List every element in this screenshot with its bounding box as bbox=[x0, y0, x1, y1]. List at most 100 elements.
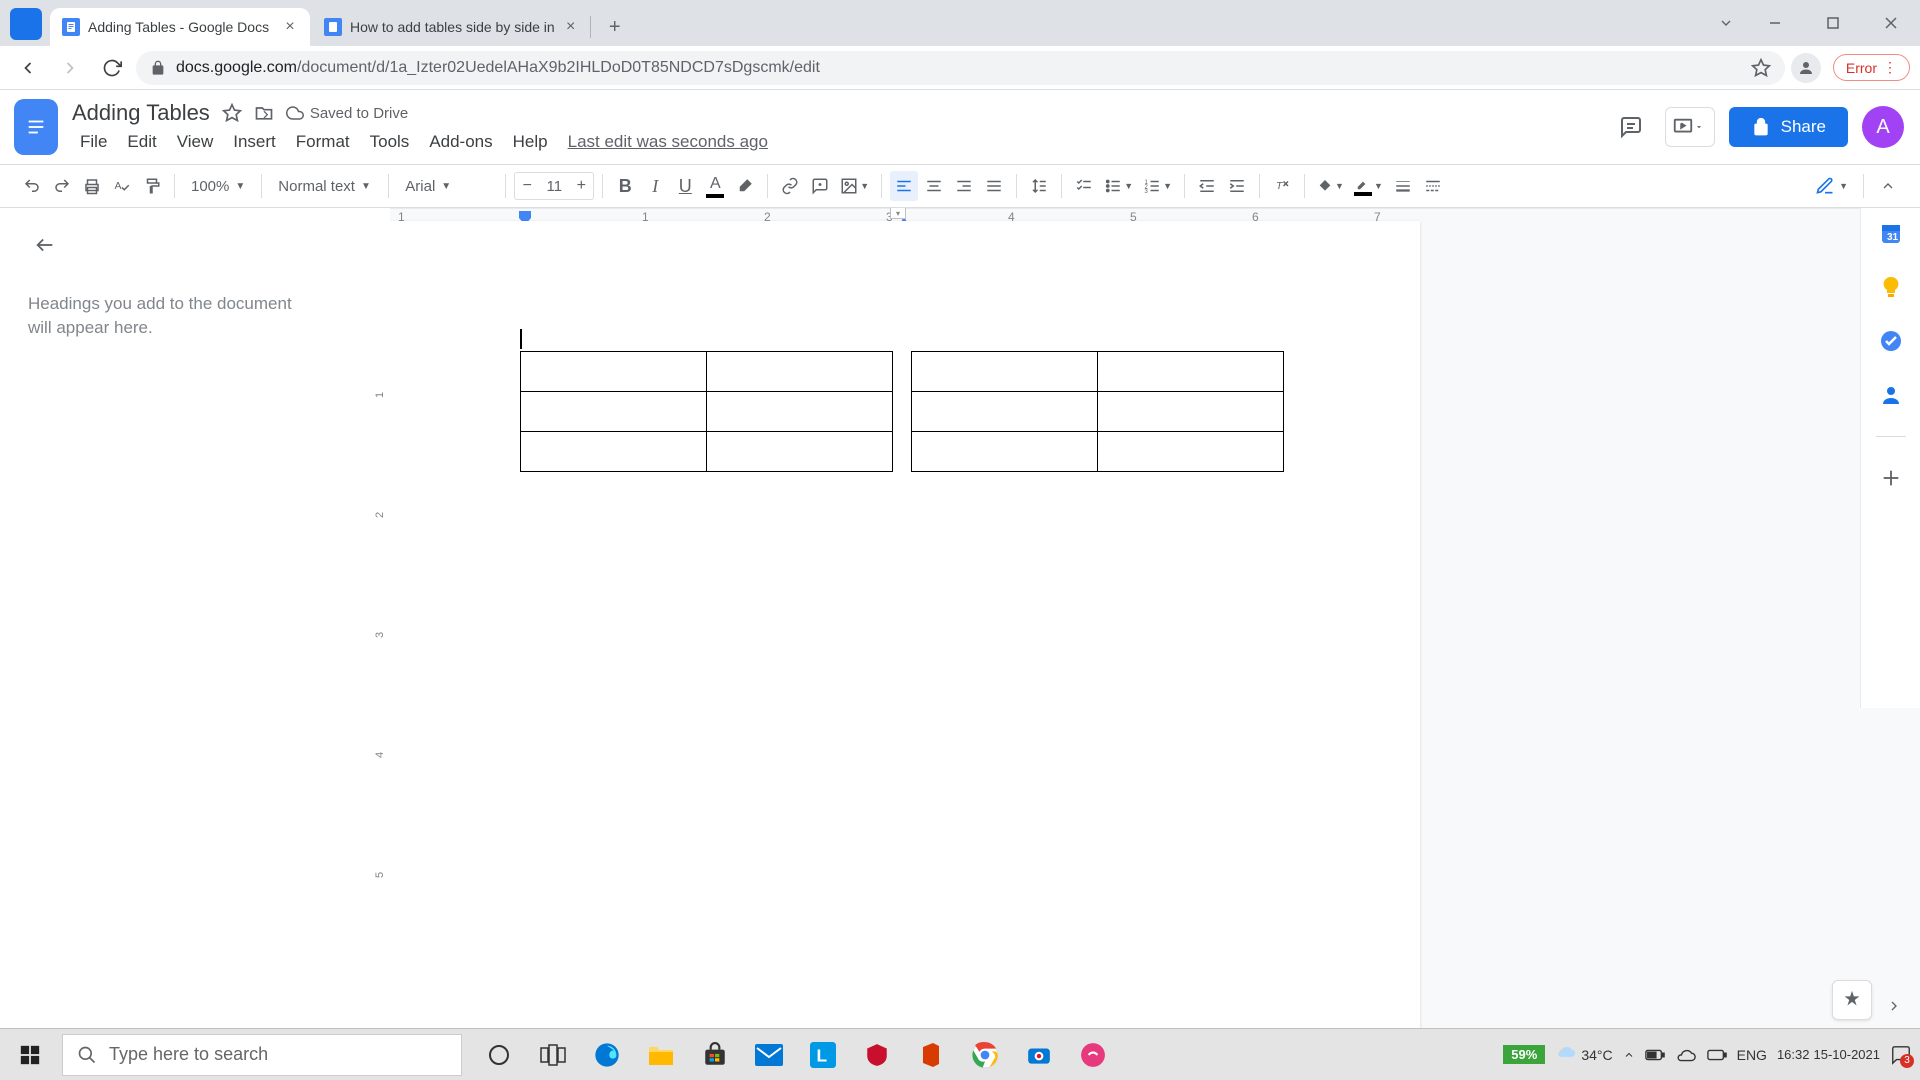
camera-icon[interactable] bbox=[1014, 1033, 1064, 1077]
app-icon-l[interactable]: L bbox=[798, 1033, 848, 1077]
highlight-button[interactable] bbox=[731, 171, 759, 201]
window-maximize-button[interactable] bbox=[1804, 3, 1862, 43]
browser-tab-active[interactable]: Adding Tables - Google Docs × bbox=[50, 8, 310, 46]
align-center-button[interactable] bbox=[920, 171, 948, 201]
notifications-button[interactable] bbox=[1890, 1044, 1912, 1066]
menu-help[interactable]: Help bbox=[505, 130, 556, 154]
menu-view[interactable]: View bbox=[169, 130, 222, 154]
browser-tab-inactive[interactable]: How to add tables side by side in × bbox=[312, 8, 591, 46]
task-view-icon[interactable] bbox=[528, 1033, 578, 1077]
document-page[interactable]: ▾ bbox=[390, 221, 1420, 1028]
bookmark-star-icon[interactable] bbox=[1751, 58, 1771, 78]
sync-error-chip[interactable]: Error ⋮ bbox=[1833, 54, 1910, 81]
share-button[interactable]: Share bbox=[1729, 107, 1848, 147]
nav-back-button[interactable] bbox=[10, 50, 46, 86]
border-width-button[interactable] bbox=[1389, 171, 1417, 201]
add-comment-button[interactable] bbox=[806, 171, 834, 201]
keep-addon-icon[interactable] bbox=[1878, 274, 1904, 300]
paint-format-button[interactable] bbox=[138, 171, 166, 201]
decrease-indent-button[interactable] bbox=[1193, 171, 1221, 201]
hide-side-panel-button[interactable] bbox=[1886, 998, 1902, 1014]
undo-button[interactable] bbox=[18, 171, 46, 201]
vertical-ruler[interactable]: 1 2 3 4 5 bbox=[372, 208, 390, 1028]
battery-indicator[interactable]: 59% bbox=[1503, 1045, 1545, 1064]
print-button[interactable] bbox=[78, 171, 106, 201]
cell-fill-button[interactable]: ▼ bbox=[1313, 171, 1348, 201]
document-table[interactable] bbox=[911, 351, 1284, 472]
insert-image-button[interactable]: ▼ bbox=[836, 171, 873, 201]
style-select[interactable]: Normal text▼ bbox=[270, 178, 380, 195]
insert-link-button[interactable] bbox=[776, 171, 804, 201]
edge-icon[interactable] bbox=[582, 1033, 632, 1077]
battery-icon[interactable] bbox=[1645, 1048, 1665, 1062]
tab-close-button[interactable]: × bbox=[282, 19, 298, 35]
clock[interactable]: 16:32 15-10-2021 bbox=[1777, 1047, 1880, 1063]
document-table[interactable] bbox=[520, 351, 893, 472]
file-explorer-icon[interactable] bbox=[636, 1033, 686, 1077]
account-avatar[interactable]: A bbox=[1862, 106, 1904, 148]
editing-mode-button[interactable]: ▼ bbox=[1810, 171, 1853, 201]
tray-expand-icon[interactable] bbox=[1623, 1049, 1635, 1061]
calendar-addon-icon[interactable]: 31 bbox=[1878, 220, 1904, 246]
url-input[interactable]: docs.google.com/document/d/1a_Izter02Ued… bbox=[136, 51, 1785, 85]
checklist-button[interactable] bbox=[1070, 171, 1098, 201]
app-icon-pink[interactable] bbox=[1068, 1033, 1118, 1077]
horizontal-ruler[interactable]: 1 1 2 3 4 5 6 7 bbox=[390, 208, 1920, 209]
window-close-button[interactable] bbox=[1862, 3, 1920, 43]
font-size-value[interactable]: 11 bbox=[539, 178, 569, 195]
nav-reload-button[interactable] bbox=[94, 50, 130, 86]
text-color-button[interactable]: A bbox=[701, 171, 729, 201]
bulleted-list-button[interactable]: ▼ bbox=[1100, 171, 1137, 201]
comments-history-button[interactable] bbox=[1611, 107, 1651, 147]
contacts-addon-icon[interactable] bbox=[1878, 382, 1904, 408]
onedrive-icon[interactable] bbox=[1675, 1047, 1697, 1063]
tabs-dropdown-button[interactable] bbox=[1706, 15, 1746, 31]
font-select[interactable]: Arial▼ bbox=[397, 178, 497, 195]
mail-icon[interactable] bbox=[744, 1033, 794, 1077]
docs-logo-icon[interactable] bbox=[14, 99, 58, 155]
numbered-list-button[interactable]: 123▼ bbox=[1139, 171, 1176, 201]
power-icon[interactable] bbox=[1707, 1048, 1727, 1062]
get-addons-button[interactable] bbox=[1878, 465, 1904, 491]
present-button[interactable] bbox=[1665, 107, 1715, 147]
spellcheck-button[interactable]: A bbox=[108, 171, 136, 201]
menu-insert[interactable]: Insert bbox=[225, 130, 284, 154]
zoom-select[interactable]: 100%▼ bbox=[183, 178, 253, 195]
taskbar-search[interactable]: Type here to search bbox=[62, 1034, 462, 1076]
align-justify-button[interactable] bbox=[980, 171, 1008, 201]
star-icon[interactable] bbox=[222, 103, 242, 123]
store-icon[interactable] bbox=[690, 1033, 740, 1077]
document-title[interactable]: Adding Tables bbox=[72, 100, 210, 126]
new-tab-button[interactable]: + bbox=[599, 11, 631, 43]
chrome-icon[interactable] bbox=[960, 1033, 1010, 1077]
font-size-increase[interactable]: + bbox=[569, 173, 593, 199]
mcafee-icon[interactable] bbox=[852, 1033, 902, 1077]
redo-button[interactable] bbox=[48, 171, 76, 201]
toolbar-collapse-button[interactable] bbox=[1874, 171, 1902, 201]
italic-button[interactable]: I bbox=[641, 171, 669, 201]
increase-indent-button[interactable] bbox=[1223, 171, 1251, 201]
border-style-button[interactable] bbox=[1419, 171, 1447, 201]
nav-forward-button[interactable] bbox=[52, 50, 88, 86]
office-icon[interactable] bbox=[906, 1033, 956, 1077]
border-color-button[interactable]: ▼ bbox=[1350, 171, 1387, 201]
move-icon[interactable] bbox=[254, 103, 274, 123]
font-size-decrease[interactable]: − bbox=[515, 173, 539, 199]
underline-button[interactable]: U bbox=[671, 171, 699, 201]
explore-button[interactable] bbox=[1832, 980, 1872, 1020]
menu-file[interactable]: File bbox=[72, 130, 115, 154]
align-right-button[interactable] bbox=[950, 171, 978, 201]
last-edit-link[interactable]: Last edit was seconds ago bbox=[560, 130, 776, 154]
line-spacing-button[interactable] bbox=[1025, 171, 1053, 201]
menu-format[interactable]: Format bbox=[288, 130, 358, 154]
table-handle-icon[interactable]: ▾ bbox=[890, 208, 906, 219]
window-minimize-button[interactable] bbox=[1746, 3, 1804, 43]
start-button[interactable] bbox=[4, 1033, 56, 1077]
tab-close-button[interactable]: × bbox=[563, 19, 579, 35]
menu-edit[interactable]: Edit bbox=[119, 130, 164, 154]
bold-button[interactable]: B bbox=[611, 171, 639, 201]
cortana-icon[interactable] bbox=[474, 1033, 524, 1077]
menu-addons[interactable]: Add-ons bbox=[421, 130, 500, 154]
language-indicator[interactable]: ENG bbox=[1737, 1047, 1767, 1063]
profile-button[interactable] bbox=[1791, 53, 1821, 83]
